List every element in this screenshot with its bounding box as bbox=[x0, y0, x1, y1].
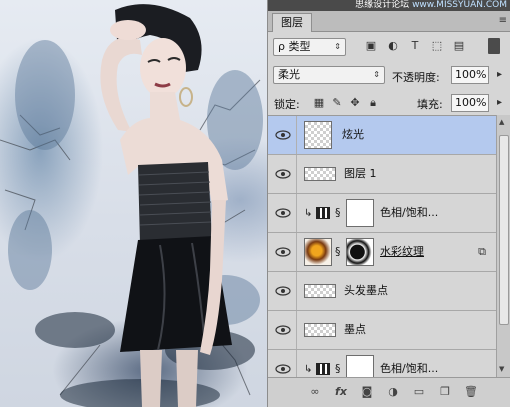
opacity-dropdown-icon[interactable]: ▸ bbox=[497, 67, 502, 83]
blend-mode-select[interactable]: 柔光 ⇕ bbox=[273, 66, 385, 84]
layer-thumbnail bbox=[304, 284, 336, 298]
lock-label: 锁定: bbox=[274, 98, 300, 111]
chain-link-icon[interactable]: § bbox=[335, 362, 341, 375]
opacity-label: 不透明度: bbox=[392, 71, 440, 84]
filter-kind-label: ρ 类型 bbox=[278, 40, 311, 53]
trash-icon[interactable]: 🗑︎ bbox=[464, 385, 478, 399]
blend-row: 柔光 ⇕ 不透明度: 100% ▸ bbox=[268, 64, 510, 86]
filter-row: ρ 类型 ⇕ ▣ ◐ T ⬚ ▤ bbox=[268, 36, 510, 58]
panel-top-strip: 思缘设计论坛 www.MISSYUAN.COM bbox=[268, 0, 510, 11]
layer-mask-thumbnail bbox=[346, 238, 374, 266]
row-divider bbox=[296, 272, 297, 310]
row-divider bbox=[296, 233, 297, 271]
fill-value: 100% bbox=[455, 96, 487, 109]
layer-thumbnail bbox=[304, 323, 336, 337]
smart-object-icon: ⧉ bbox=[478, 245, 486, 258]
layer-row[interactable]: 炫光 bbox=[268, 116, 496, 155]
adjustment-icon[interactable]: ◑ bbox=[386, 385, 400, 399]
layer-row[interactable]: 头发墨点 bbox=[268, 272, 496, 311]
opacity-value: 100% bbox=[455, 68, 487, 81]
watermark-en: www.MISSYUAN.COM bbox=[412, 0, 507, 10]
layer-name: 墨点 bbox=[344, 323, 366, 336]
panel-menu-icon[interactable]: ≡ bbox=[499, 15, 507, 27]
adjustment-layer-icon bbox=[316, 207, 330, 219]
row-divider bbox=[296, 350, 297, 378]
chain-link-icon[interactable]: § bbox=[335, 206, 341, 219]
adjustment-layer-icon bbox=[316, 363, 330, 375]
eye-icon[interactable] bbox=[275, 167, 291, 181]
layer-list-scrollbar[interactable]: ▲ ▼ bbox=[496, 115, 510, 377]
eye-icon[interactable] bbox=[275, 362, 291, 376]
layer-name: 水彩纹理 bbox=[380, 245, 424, 258]
mask-icon[interactable]: ◙ bbox=[360, 385, 374, 399]
layer-name: 色相/饱和... bbox=[380, 362, 439, 375]
layer-thumbnail bbox=[304, 238, 332, 266]
filter-kind-select[interactable]: ρ 类型 ⇕ bbox=[273, 38, 346, 56]
layer-name: 炫光 bbox=[342, 128, 364, 141]
row-divider bbox=[296, 116, 297, 154]
row-divider bbox=[296, 155, 297, 193]
fill-input[interactable]: 100% ▸ bbox=[451, 94, 502, 112]
layer-thumbnail bbox=[304, 167, 336, 181]
new-layer-icon[interactable]: ❐ bbox=[438, 385, 452, 399]
fill-dropdown-icon[interactable]: ▸ bbox=[497, 95, 502, 111]
panel-tab-row: 图层 ≡ bbox=[268, 11, 510, 32]
row-divider bbox=[296, 194, 297, 232]
eye-icon[interactable] bbox=[275, 128, 291, 142]
filter-smart-object-icon[interactable]: ▤ bbox=[452, 39, 466, 53]
lock-all-icon[interactable]: 🔒︎ bbox=[366, 96, 380, 110]
layer-thumbnail bbox=[304, 121, 332, 149]
layer-name: 色相/饱和... bbox=[380, 206, 439, 219]
layer-row[interactable]: § 水彩纹理 ⧉ bbox=[268, 233, 496, 272]
clipping-arrow-icon: ↳ bbox=[304, 208, 313, 219]
watermark-cn: 思缘设计论坛 bbox=[355, 0, 410, 10]
filter-adjustment-icon[interactable]: ◐ bbox=[386, 39, 400, 53]
filter-type-icon[interactable]: T bbox=[408, 39, 422, 53]
fill-label: 填充: bbox=[417, 98, 443, 111]
layer-mask-thumbnail bbox=[346, 199, 374, 227]
layer-list: 炫光 图层 1 ↳ § 色相/饱和... § 水彩纹理 ⧉ 头发墨点 墨点 ↳ … bbox=[268, 115, 496, 378]
chevron-updown-icon: ⇕ bbox=[334, 42, 341, 51]
filter-shape-icon[interactable]: ⬚ bbox=[430, 39, 444, 53]
clipping-arrow-icon: ↳ bbox=[304, 364, 313, 375]
filter-pixel-icon[interactable]: ▣ bbox=[364, 39, 378, 53]
chevron-updown-icon: ⇕ bbox=[373, 70, 380, 79]
chain-link-icon[interactable]: § bbox=[335, 245, 341, 258]
eye-icon[interactable] bbox=[275, 323, 291, 337]
tab-layers[interactable]: 图层 bbox=[272, 13, 312, 32]
layer-row[interactable]: 图层 1 bbox=[268, 155, 496, 194]
layer-row[interactable]: ↳ § 色相/饱和... bbox=[268, 350, 496, 378]
fx-icon[interactable]: fx bbox=[334, 385, 348, 399]
eye-icon[interactable] bbox=[275, 245, 291, 259]
lock-transparency-icon[interactable]: ▦ bbox=[312, 96, 326, 110]
scroll-up-icon[interactable]: ▲ bbox=[499, 118, 504, 126]
layer-mask-thumbnail bbox=[346, 355, 374, 378]
layer-row[interactable]: 墨点 bbox=[268, 311, 496, 350]
scroll-down-icon[interactable]: ▼ bbox=[499, 365, 504, 373]
opacity-input[interactable]: 100% ▸ bbox=[451, 66, 502, 84]
layers-panel: 思缘设计论坛 www.MISSYUAN.COM 图层 ≡ ρ 类型 ⇕ ▣ ◐ … bbox=[267, 0, 510, 407]
watermark: 思缘设计论坛 www.MISSYUAN.COM bbox=[355, 0, 507, 11]
lock-position-icon[interactable]: ✥ bbox=[348, 96, 362, 110]
eye-icon[interactable] bbox=[275, 284, 291, 298]
photo-artwork bbox=[0, 4, 263, 407]
link-icon[interactable]: ∞ bbox=[308, 385, 322, 399]
row-divider bbox=[296, 311, 297, 349]
panel-bottom-bar: ∞ fx ◙ ◑ ▭ ❐ 🗑︎ bbox=[268, 377, 510, 407]
lock-row: 锁定: ▦ ✎ ✥ 🔒︎ 填充: 100% ▸ bbox=[268, 92, 510, 114]
scrollbar-thumb[interactable] bbox=[499, 135, 509, 325]
filter-toggle-switch[interactable] bbox=[488, 38, 500, 54]
layer-name: 图层 1 bbox=[344, 167, 377, 180]
eye-icon[interactable] bbox=[275, 206, 291, 220]
blend-mode-label: 柔光 bbox=[278, 68, 300, 81]
canvas-photo bbox=[0, 0, 270, 407]
group-folder-icon[interactable]: ▭ bbox=[412, 385, 426, 399]
layer-row[interactable]: ↳ § 色相/饱和... bbox=[268, 194, 496, 233]
lock-brush-icon[interactable]: ✎ bbox=[330, 96, 344, 110]
layer-name: 头发墨点 bbox=[344, 284, 388, 297]
